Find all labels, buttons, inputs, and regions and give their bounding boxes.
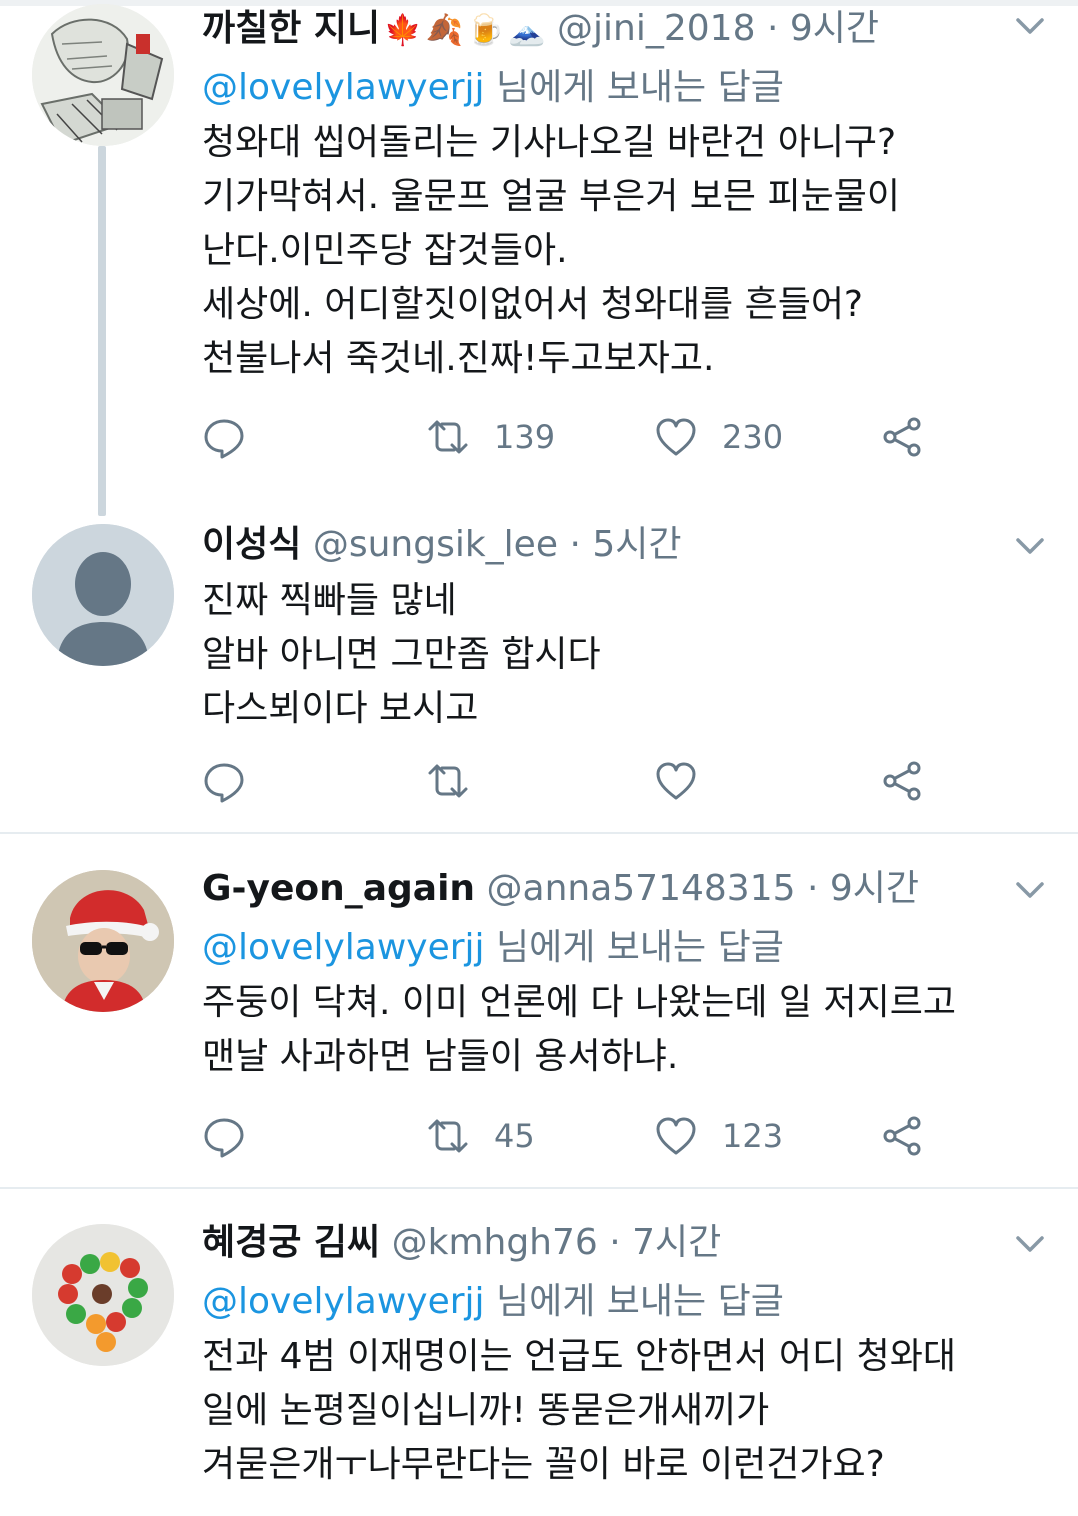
retweet-icon — [428, 1119, 468, 1153]
share-button[interactable] — [880, 756, 924, 806]
reply-context: @lovelylawyerjj 님에게 보내는 답글 — [202, 60, 1038, 116]
tweet-header: 까칠한 지니 🍁 🍂 🍺 🗻 @jini_2018 · 9시간 — [202, 0, 1038, 58]
chevron-down-icon[interactable] — [1012, 1226, 1048, 1262]
share-button[interactable] — [880, 1111, 924, 1161]
emoji-mountain: 🗻 — [508, 13, 546, 48]
tweet-header: G-yeon_again @anna57148315 · 9시간 — [202, 860, 1038, 918]
thread-connector — [98, 146, 106, 516]
share-icon — [883, 761, 921, 801]
share-button[interactable] — [880, 412, 924, 462]
timestamp[interactable]: · 5시간 — [569, 524, 681, 565]
tweet-header: 이성식 @sungsik_lee · 5시간 — [202, 516, 1038, 574]
tweet-actions: 45 123 — [202, 1111, 962, 1161]
tweet-divider — [0, 832, 1078, 834]
mention-link[interactable]: @lovelylawyerjj — [202, 67, 485, 108]
retweet-button[interactable]: 45 — [426, 1111, 535, 1161]
reply-button[interactable] — [202, 412, 246, 462]
like-button[interactable] — [654, 756, 698, 806]
reply-button[interactable] — [202, 756, 246, 806]
reply-icon — [204, 1118, 244, 1158]
like-count: 123 — [722, 1117, 784, 1155]
tweet-text: 진짜 찍빠들 많네 알바 아니면 그만좀 합시다 다스뵈이다 보시고 — [202, 580, 601, 729]
tweet-actions — [202, 756, 962, 806]
tweet-divider — [0, 1187, 1078, 1189]
user-handle[interactable]: @kmhgh76 — [392, 1222, 598, 1263]
display-name[interactable]: 이성식 — [202, 524, 301, 565]
avatar-default[interactable] — [32, 524, 174, 666]
avatar-candy-image — [32, 1224, 174, 1366]
user-handle[interactable]: @sungsik_lee — [313, 524, 558, 565]
reply-button[interactable] — [202, 1111, 246, 1161]
reply-context-label: 님에게 보내는 답글 — [484, 927, 784, 968]
share-icon — [883, 1116, 921, 1156]
display-name[interactable]: 까칠한 지니 — [202, 8, 380, 49]
reply-context-label: 님에게 보내는 답글 — [484, 67, 784, 108]
display-name[interactable]: G-yeon_again — [202, 868, 475, 909]
timestamp[interactable]: · 7시간 — [609, 1222, 721, 1263]
share-icon — [883, 417, 921, 457]
mention-link[interactable]: @lovelylawyerjj — [202, 1281, 485, 1322]
avatar-sketch-image — [32, 4, 174, 146]
avatar[interactable] — [32, 1224, 174, 1366]
retweet-icon — [428, 420, 468, 454]
default-profile-icon — [32, 524, 174, 666]
heart-icon — [656, 762, 696, 800]
chevron-down-icon[interactable] — [1012, 528, 1048, 564]
tweet-text: 전과 4범 이재명이는 언급도 안하면서 어디 청와대 일에 논평질이십니까! … — [202, 1336, 956, 1485]
timestamp[interactable]: · 9시간 — [807, 868, 919, 909]
heart-icon — [656, 1117, 696, 1155]
emoji-maple-leaf: 🍁 — [384, 13, 422, 48]
tweet-text: 청와대 씹어돌리는 기사나오길 바란건 아니구? 기가막혀서. 울문프 얼굴 부… — [202, 122, 900, 379]
like-button[interactable]: 123 — [654, 1111, 783, 1161]
heart-icon — [656, 418, 696, 456]
avatar[interactable] — [32, 4, 174, 146]
retweet-button[interactable]: 139 — [426, 412, 555, 462]
retweet-count: 45 — [494, 1117, 535, 1155]
chevron-down-icon[interactable] — [1012, 8, 1048, 44]
retweet-button[interactable] — [426, 756, 470, 806]
avatar-santa-image — [32, 870, 174, 1012]
mention-link[interactable]: @lovelylawyerjj — [202, 927, 485, 968]
display-name[interactable]: 혜경궁 김씨 — [202, 1222, 380, 1263]
emoji-beer: 🍺 — [466, 13, 505, 48]
chevron-down-icon[interactable] — [1012, 872, 1048, 908]
reply-icon — [204, 419, 244, 459]
tweet-header: 혜경궁 김씨 @kmhgh76 · 7시간 — [202, 1214, 1038, 1272]
avatar[interactable] — [32, 870, 174, 1012]
reply-context: @lovelylawyerjj 님에게 보내는 답글 — [202, 1274, 1038, 1330]
timestamp[interactable]: · 9시간 — [767, 8, 879, 49]
user-handle[interactable]: @anna57148315 — [487, 868, 796, 909]
reply-icon — [204, 763, 244, 803]
reply-context: @lovelylawyerjj 님에게 보내는 답글 — [202, 920, 1038, 976]
retweet-count: 139 — [494, 418, 556, 456]
user-handle[interactable]: @jini_2018 — [557, 8, 755, 49]
tweet-actions: 139 230 — [202, 412, 962, 462]
emoji-fallen-leaf: 🍂 — [425, 13, 463, 48]
like-button[interactable]: 230 — [654, 412, 783, 462]
retweet-icon — [428, 764, 468, 798]
reply-context-label: 님에게 보내는 답글 — [484, 1281, 784, 1322]
tweet-text: 주둥이 닥쳐. 이미 언론에 다 나왔는데 일 저지르고 맨날 사과하면 남들이… — [202, 982, 956, 1077]
like-count: 230 — [722, 418, 784, 456]
